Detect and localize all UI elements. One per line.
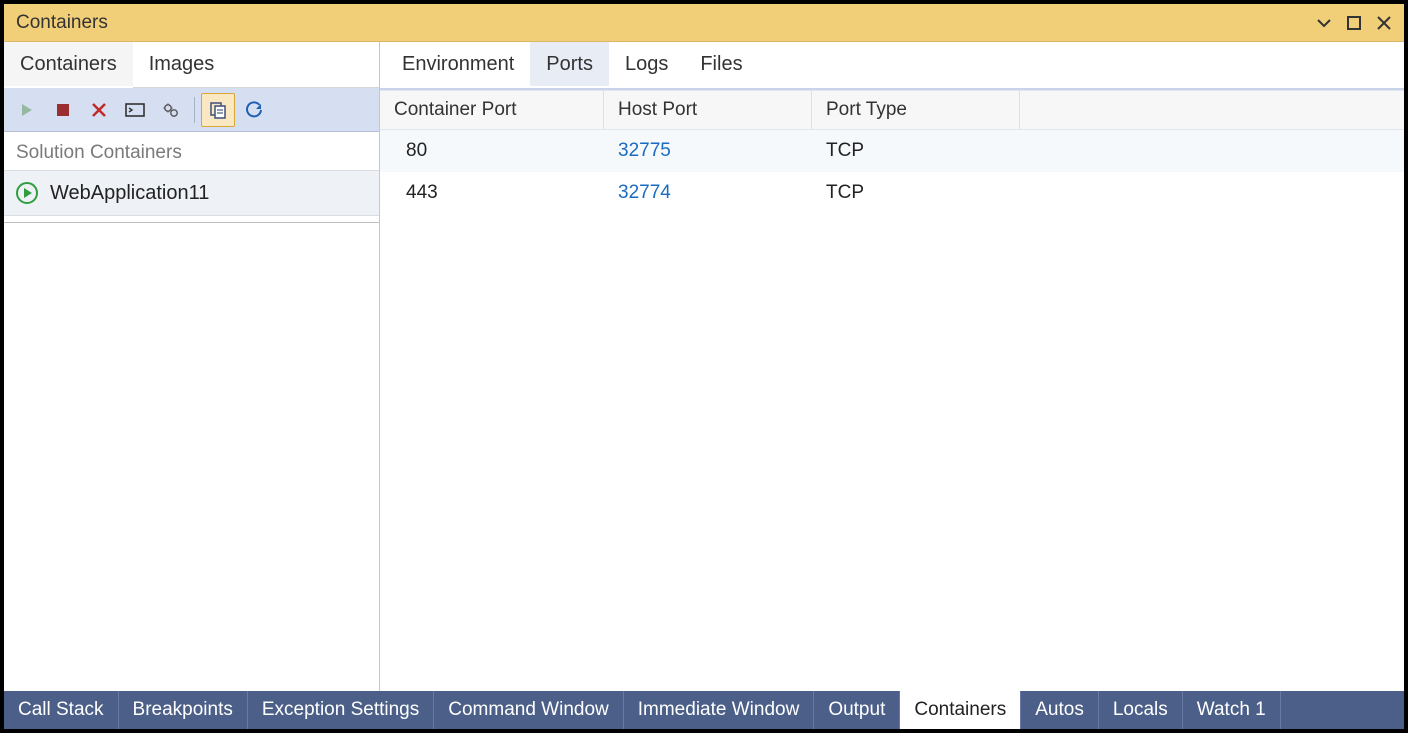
container-list-item[interactable]: WebApplication11 (4, 170, 379, 216)
cell-container-port: 80 (380, 140, 604, 162)
tab-ports[interactable]: Ports (530, 42, 609, 86)
toolbar-divider (194, 97, 195, 123)
titlebar: Containers (4, 4, 1404, 42)
grid-header: Container Port Host Port Port Type (380, 90, 1404, 130)
table-row[interactable]: 80 32775 TCP (380, 130, 1404, 172)
column-header-empty (1020, 91, 1404, 129)
settings-button[interactable] (154, 93, 188, 127)
bottom-tab-call-stack[interactable]: Call Stack (4, 691, 119, 729)
refresh-button[interactable] (237, 93, 271, 127)
bottom-tab-label: Immediate Window (638, 699, 800, 721)
maximize-icon[interactable] (1342, 11, 1366, 35)
bottom-tab-label: Autos (1035, 699, 1084, 721)
dropdown-icon[interactable] (1312, 11, 1336, 35)
bottom-tab-output[interactable]: Output (814, 691, 900, 729)
sidebar-divider (4, 222, 379, 223)
column-header-port-type[interactable]: Port Type (812, 91, 1020, 129)
sidebar-section-label: Solution Containers (4, 132, 379, 170)
content-area: Environment Ports Logs Files Container P… (380, 42, 1404, 691)
cell-port-type: TCP (812, 182, 1020, 204)
content-tab-label: Ports (546, 53, 593, 76)
column-header-container-port[interactable]: Container Port (380, 91, 604, 129)
tab-logs[interactable]: Logs (609, 42, 684, 86)
bottom-tab-label: Command Window (448, 699, 609, 721)
cell-container-port: 443 (380, 182, 604, 204)
content-tab-label: Environment (402, 53, 514, 76)
close-icon[interactable] (1372, 11, 1396, 35)
content-tab-label: Logs (625, 53, 668, 76)
bottom-tab-autos[interactable]: Autos (1021, 691, 1099, 729)
content-tabs: Environment Ports Logs Files (380, 42, 1404, 88)
tab-environment[interactable]: Environment (386, 42, 530, 86)
column-header-host-port[interactable]: Host Port (604, 91, 812, 129)
bottom-tab-breakpoints[interactable]: Breakpoints (119, 691, 248, 729)
content-tab-label: Files (700, 53, 742, 76)
bottom-tab-exception-settings[interactable]: Exception Settings (248, 691, 434, 729)
bottom-tab-watch-1[interactable]: Watch 1 (1183, 691, 1281, 729)
bottom-tool-tabs: Call Stack Breakpoints Exception Setting… (4, 691, 1404, 729)
sidebar-tab-images[interactable]: Images (133, 42, 231, 87)
sidebar: Containers Images (4, 42, 380, 691)
sidebar-tabs: Containers Images (4, 42, 379, 88)
cell-port-type: TCP (812, 140, 1020, 162)
start-button[interactable] (10, 93, 44, 127)
bottom-tab-label: Watch 1 (1197, 699, 1266, 721)
bottom-tab-locals[interactable]: Locals (1099, 691, 1183, 729)
sidebar-toolbar (4, 88, 379, 132)
bottom-tab-label: Breakpoints (133, 699, 233, 721)
tab-files[interactable]: Files (684, 42, 758, 86)
sidebar-tab-label: Images (149, 53, 215, 76)
sidebar-tab-label: Containers (20, 53, 117, 76)
bottom-tab-command-window[interactable]: Command Window (434, 691, 624, 729)
copy-button[interactable] (201, 93, 235, 127)
bottom-tab-label: Locals (1113, 699, 1168, 721)
delete-button[interactable] (82, 93, 116, 127)
bottom-tab-label: Containers (914, 699, 1006, 721)
bottom-tab-immediate-window[interactable]: Immediate Window (624, 691, 815, 729)
bottom-tab-label: Output (828, 699, 885, 721)
stop-button[interactable] (46, 93, 80, 127)
tool-window: Containers Containers Images (4, 4, 1404, 729)
terminal-button[interactable] (118, 93, 152, 127)
cell-host-port-link[interactable]: 32774 (604, 182, 812, 204)
container-list-item-label: WebApplication11 (50, 182, 209, 205)
bottom-tab-label: Call Stack (18, 699, 104, 721)
cell-host-port-link[interactable]: 32775 (604, 140, 812, 162)
bottom-tab-containers[interactable]: Containers (900, 691, 1021, 729)
sidebar-tab-containers[interactable]: Containers (4, 42, 133, 88)
window-title: Containers (16, 12, 108, 34)
running-icon (16, 182, 38, 204)
table-row[interactable]: 443 32774 TCP (380, 172, 1404, 214)
bottom-tab-label: Exception Settings (262, 699, 419, 721)
